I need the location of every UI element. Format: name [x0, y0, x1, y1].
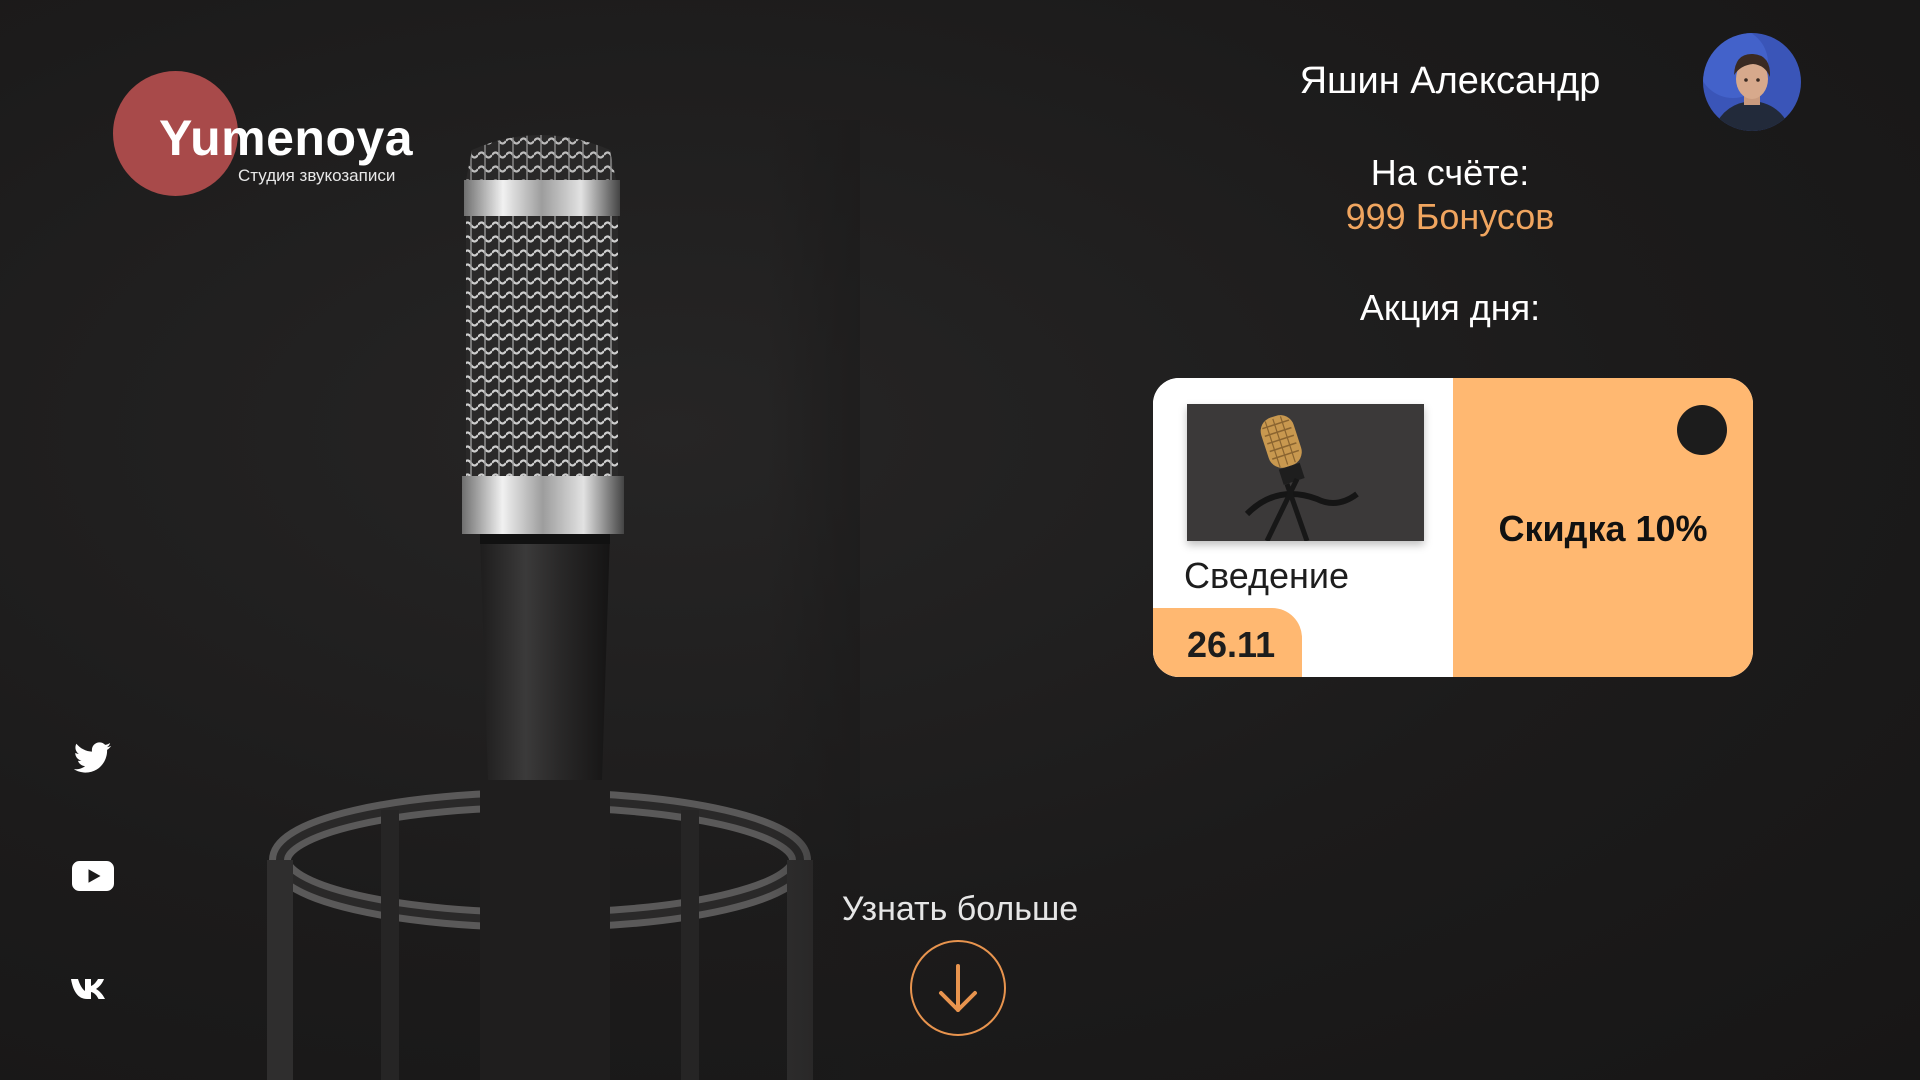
user-name: Яшин Александр [1299, 60, 1601, 102]
learn-more-label[interactable]: Узнать больше [800, 890, 1120, 929]
brand-name: Yumenoya [159, 110, 414, 166]
brand-logo[interactable]: Yumenoya Студия звукозаписи [113, 71, 433, 201]
promo-date: 26.11 [1187, 624, 1276, 665]
scroll-down-button[interactable] [910, 940, 1006, 1036]
youtube-icon [72, 861, 114, 891]
avatar-icon [1703, 33, 1801, 131]
promo-discount-panel: Скидка 10% [1453, 378, 1753, 677]
vk-link[interactable] [68, 969, 118, 1009]
vk-icon [71, 979, 105, 999]
promo-service-name: Сведение [1184, 555, 1349, 596]
landing-screen: Yumenoya Студия звукозаписи Узнать больш… [0, 0, 1920, 1080]
twitter-link[interactable] [68, 738, 118, 778]
promo-info-panel: Сведение 26.11 [1153, 378, 1453, 677]
golden-microphone-image [1187, 404, 1424, 543]
balance-label: На счёте: [1370, 152, 1530, 193]
arrow-down-icon [939, 964, 977, 1012]
promo-discount: Скидка 10% [1498, 508, 1708, 549]
balance-value: 999 Бонусов [1345, 196, 1555, 237]
promo-thumbnail [1187, 404, 1424, 543]
promo-heading: Акция дня: [1359, 287, 1541, 328]
promo-dot-icon [1677, 405, 1727, 455]
microphone-background-image [240, 120, 860, 1080]
youtube-link[interactable] [68, 856, 118, 896]
promo-card[interactable]: Сведение 26.11 Скидка 10% [1153, 378, 1753, 677]
brand-tagline: Студия звукозаписи [238, 166, 396, 185]
user-avatar[interactable] [1703, 33, 1801, 131]
twitter-icon [74, 742, 112, 773]
